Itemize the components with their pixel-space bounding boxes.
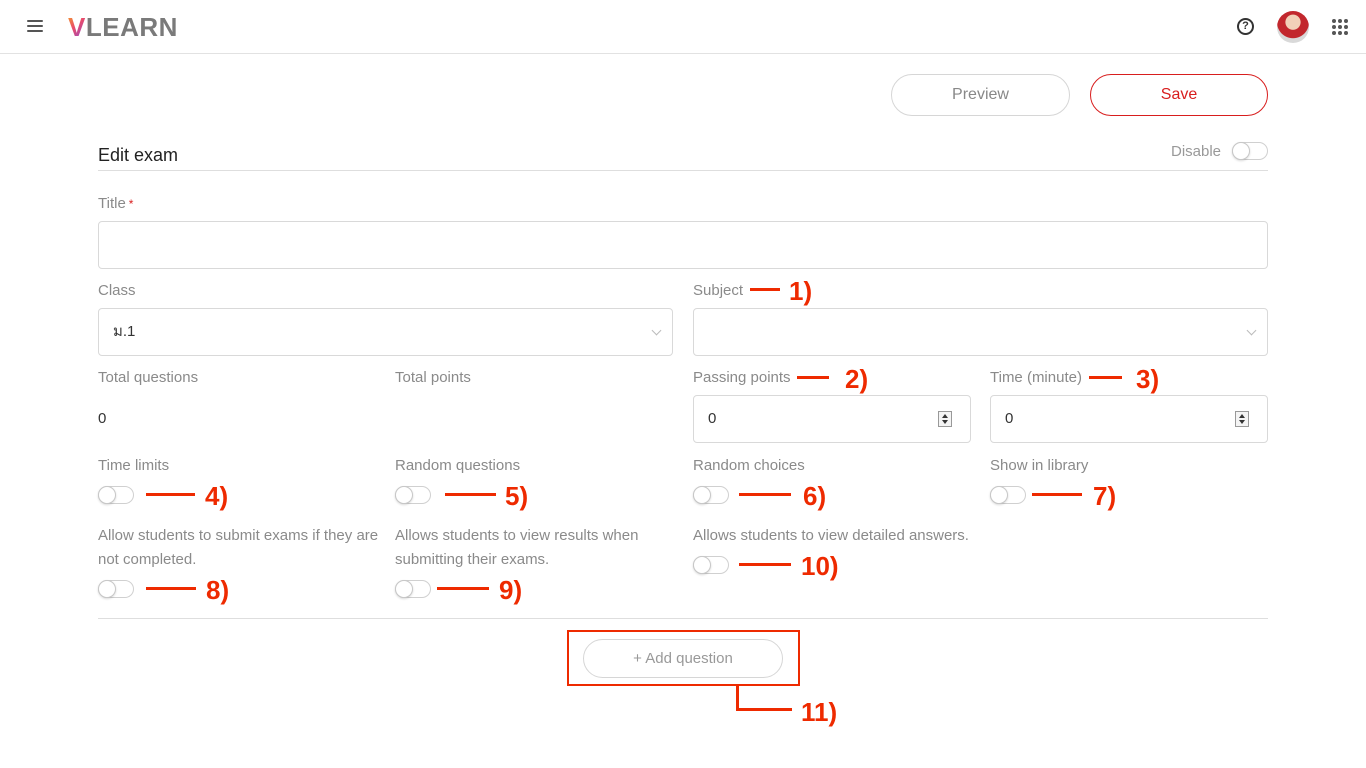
annotation-line bbox=[1089, 376, 1122, 379]
view-results-label-line2: submitting their exams. bbox=[395, 551, 550, 568]
title-label: Title * bbox=[98, 195, 134, 212]
view-detailed-label: Allows students to view detailed answers… bbox=[693, 527, 969, 544]
divider bbox=[98, 170, 1268, 171]
avatar[interactable] bbox=[1277, 11, 1309, 43]
disable-toggle[interactable] bbox=[1232, 142, 1268, 160]
annotation-line bbox=[146, 587, 196, 590]
allow-incomplete-label-line2: not completed. bbox=[98, 551, 197, 568]
annotation-label: 8) bbox=[206, 575, 230, 605]
help-icon[interactable]: ? bbox=[1237, 18, 1254, 35]
title-input[interactable] bbox=[98, 221, 1268, 269]
subject-select[interactable] bbox=[693, 308, 1268, 356]
total-questions-label: Total questions bbox=[98, 369, 199, 386]
annotation-label: 3) bbox=[1136, 364, 1160, 394]
passing-points-label: Passing points bbox=[693, 369, 791, 386]
annotation-label: 1) bbox=[789, 276, 813, 306]
random-questions-toggle[interactable] bbox=[395, 486, 431, 504]
time-limits-toggle[interactable] bbox=[98, 486, 134, 504]
chevron-down-icon bbox=[1246, 325, 1257, 336]
allow-incomplete-toggle[interactable] bbox=[98, 580, 134, 598]
required-mark: * bbox=[128, 197, 134, 211]
vlearn-logo[interactable]: VLEARN bbox=[68, 12, 178, 42]
annotation-line bbox=[437, 587, 489, 590]
show-in-library-label: Show in library bbox=[990, 457, 1089, 474]
annotation-line bbox=[750, 288, 780, 291]
view-results-label-line1: Allows students to view results when bbox=[395, 527, 639, 544]
annotation-line bbox=[1032, 493, 1082, 496]
passing-points-value: 0 bbox=[708, 410, 717, 427]
number-spinner-icon[interactable] bbox=[1235, 411, 1249, 427]
total-points-label: Total points bbox=[395, 369, 471, 386]
view-results-toggle[interactable] bbox=[395, 580, 431, 598]
subject-label: Subject bbox=[693, 282, 744, 299]
annotation-line bbox=[739, 493, 791, 496]
random-choices-label: Random choices bbox=[693, 457, 805, 474]
annotation-label: 10) bbox=[801, 551, 839, 581]
add-question-button[interactable]: + Add question bbox=[583, 639, 783, 678]
annotation-label: 4) bbox=[205, 481, 229, 511]
annotation-connector bbox=[736, 686, 792, 711]
class-select-value: ม.1 bbox=[113, 323, 136, 340]
allow-incomplete-label-line1: Allow students to submit exams if they a… bbox=[98, 527, 379, 544]
divider bbox=[98, 618, 1268, 619]
annotation-label: 5) bbox=[505, 481, 529, 511]
annotation-label: 6) bbox=[803, 481, 827, 511]
hamburger-menu-icon[interactable] bbox=[27, 20, 43, 34]
chevron-down-icon bbox=[651, 325, 662, 336]
passing-points-input[interactable]: 0 bbox=[693, 395, 971, 443]
time-value: 0 bbox=[1005, 410, 1014, 427]
time-limits-label: Time limits bbox=[98, 457, 170, 474]
random-choices-toggle[interactable] bbox=[693, 486, 729, 504]
annotation-line bbox=[146, 493, 195, 496]
preview-button[interactable]: Preview bbox=[891, 74, 1070, 116]
annotation-line bbox=[739, 563, 791, 566]
save-button[interactable]: Save bbox=[1090, 74, 1268, 116]
section-title: Edit exam bbox=[98, 145, 179, 165]
time-label: Time (minute) bbox=[990, 369, 1082, 386]
apps-grid-icon[interactable] bbox=[1332, 19, 1348, 35]
class-label: Class bbox=[98, 282, 136, 299]
annotation-line bbox=[445, 493, 496, 496]
annotation-label: 7) bbox=[1093, 481, 1117, 511]
number-spinner-icon[interactable] bbox=[938, 411, 952, 427]
class-select[interactable]: ม.1 bbox=[98, 308, 673, 356]
top-app-bar: VLEARN ? bbox=[0, 0, 1366, 54]
total-questions-value: 0 bbox=[98, 410, 107, 427]
annotation-label: 9) bbox=[499, 575, 523, 605]
annotation-label: 11) bbox=[801, 697, 838, 727]
disable-label: Disable bbox=[1171, 143, 1222, 160]
view-detailed-toggle[interactable] bbox=[693, 556, 729, 574]
random-questions-label: Random questions bbox=[395, 457, 521, 474]
show-in-library-toggle[interactable] bbox=[990, 486, 1026, 504]
time-input[interactable]: 0 bbox=[990, 395, 1268, 443]
annotation-label: 2) bbox=[845, 364, 869, 394]
annotation-line bbox=[797, 376, 829, 379]
